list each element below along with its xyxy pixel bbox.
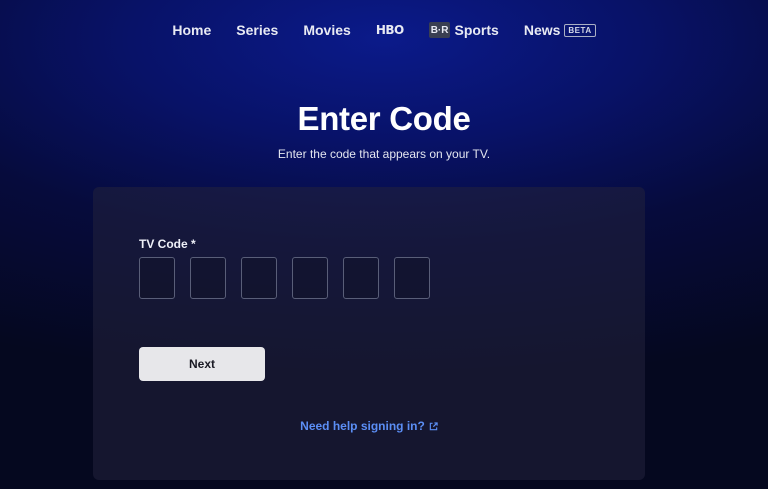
code-entry-card: TV Code * Next Need help signing in? [93, 187, 645, 480]
nav-item-home-label: Home [172, 22, 212, 38]
nav-item-movies-label: Movies [303, 22, 351, 38]
nav-item-series-label: Series [236, 22, 279, 38]
help-signing-in-link[interactable]: Need help signing in? [93, 419, 645, 434]
tv-code-digit-5[interactable] [343, 257, 379, 299]
page-title: Enter Code [297, 100, 471, 137]
tv-code-digit-6[interactable] [394, 257, 430, 299]
top-nav: Home Series Movies HBO B·R Sports News B… [0, 0, 768, 60]
tv-code-digit-2[interactable] [190, 257, 226, 299]
tv-code-label: TV Code * [139, 237, 196, 251]
next-button[interactable]: Next [139, 347, 265, 381]
hbo-logo: HBO [375, 23, 404, 37]
tv-code-digit-3[interactable] [241, 257, 277, 299]
nav-item-movies[interactable]: Movies [303, 22, 350, 38]
beta-badge: BETA [564, 23, 596, 37]
nav-item-sports[interactable]: B·R Sports [428, 22, 499, 38]
nav-item-news[interactable]: News BETA [524, 22, 596, 38]
nav-item-home[interactable]: Home [172, 22, 211, 38]
tv-code-digit-1[interactable] [139, 257, 175, 299]
tv-code-inputs [139, 257, 430, 299]
nav-menu: Home Series Movies HBO B·R Sports News B… [172, 22, 596, 38]
nav-item-sports-label: Sports [454, 22, 499, 38]
nav-item-series[interactable]: Series [236, 22, 278, 38]
tv-code-digit-4[interactable] [292, 257, 328, 299]
bleacher-report-logo-icon: B·R [428, 22, 451, 38]
nav-item-hbo[interactable]: HBO [376, 23, 404, 37]
page-subtitle: Enter the code that appears on your TV. [277, 147, 491, 161]
help-signing-in-label: Need help signing in? [300, 419, 425, 433]
nav-item-news-label: News [523, 22, 561, 38]
external-link-icon [429, 420, 438, 434]
